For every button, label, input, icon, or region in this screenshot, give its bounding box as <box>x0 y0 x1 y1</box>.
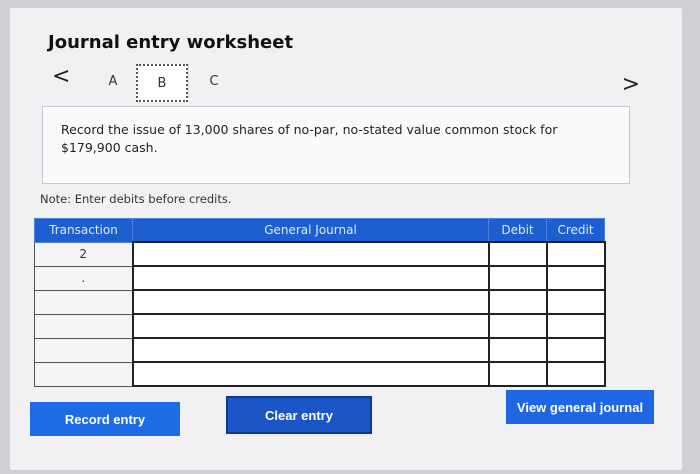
account-cell[interactable] <box>131 337 490 363</box>
view-general-journal-button[interactable]: View general journal <box>506 390 654 424</box>
account-cell[interactable] <box>131 265 490 291</box>
table-row <box>34 337 606 363</box>
prompt-box: Record the issue of 13,000 shares of no-… <box>42 106 630 184</box>
transaction-cell[interactable] <box>34 289 133 315</box>
credit-cell[interactable] <box>545 241 606 267</box>
table-row <box>34 361 606 387</box>
account-cell[interactable] <box>131 313 490 339</box>
credit-cell[interactable] <box>545 313 606 339</box>
debit-cell[interactable] <box>487 241 548 267</box>
worksheet-title: Journal entry worksheet <box>48 32 294 53</box>
debit-cell[interactable] <box>487 313 548 339</box>
table-row <box>34 289 606 315</box>
note-text: Note: Enter debits before credits. <box>40 192 232 206</box>
debit-cell[interactable] <box>487 361 548 387</box>
header-debit: Debit <box>488 218 547 243</box>
table-row: 2 <box>34 241 606 267</box>
journal-table: Transaction General Journal Debit Credit… <box>34 218 606 387</box>
credit-cell[interactable] <box>545 265 606 291</box>
chevron-right-icon[interactable]: > <box>622 72 640 97</box>
tab-b[interactable]: B <box>136 64 188 102</box>
transaction-cell[interactable]: . <box>34 265 133 291</box>
tab-c[interactable]: C <box>188 64 239 98</box>
prompt-text: Record the issue of 13,000 shares of no-… <box>61 122 558 155</box>
chevron-left-icon[interactable]: < <box>52 64 70 89</box>
header-transaction: Transaction <box>34 218 133 243</box>
transaction-cell[interactable] <box>34 337 133 363</box>
table-row <box>34 313 606 339</box>
tab-bar: < A B C > <box>40 62 640 102</box>
credit-cell[interactable] <box>545 289 606 315</box>
account-cell[interactable] <box>131 241 490 267</box>
table-header-row: Transaction General Journal Debit Credit <box>34 218 605 243</box>
debit-cell[interactable] <box>487 265 548 291</box>
tab-a[interactable]: A <box>88 64 139 98</box>
credit-cell[interactable] <box>545 337 606 363</box>
transaction-cell[interactable] <box>34 313 133 339</box>
clear-entry-button[interactable]: Clear entry <box>226 396 372 434</box>
debit-cell[interactable] <box>487 289 548 315</box>
record-entry-button[interactable]: Record entry <box>30 402 180 436</box>
debit-cell[interactable] <box>487 337 548 363</box>
credit-cell[interactable] <box>545 361 606 387</box>
transaction-cell[interactable]: 2 <box>34 241 133 267</box>
transaction-cell[interactable] <box>34 361 133 387</box>
header-general-journal: General Journal <box>132 218 489 243</box>
table-row: . <box>34 265 606 291</box>
account-cell[interactable] <box>131 361 490 387</box>
header-credit: Credit <box>546 218 605 243</box>
account-cell[interactable] <box>131 289 490 315</box>
